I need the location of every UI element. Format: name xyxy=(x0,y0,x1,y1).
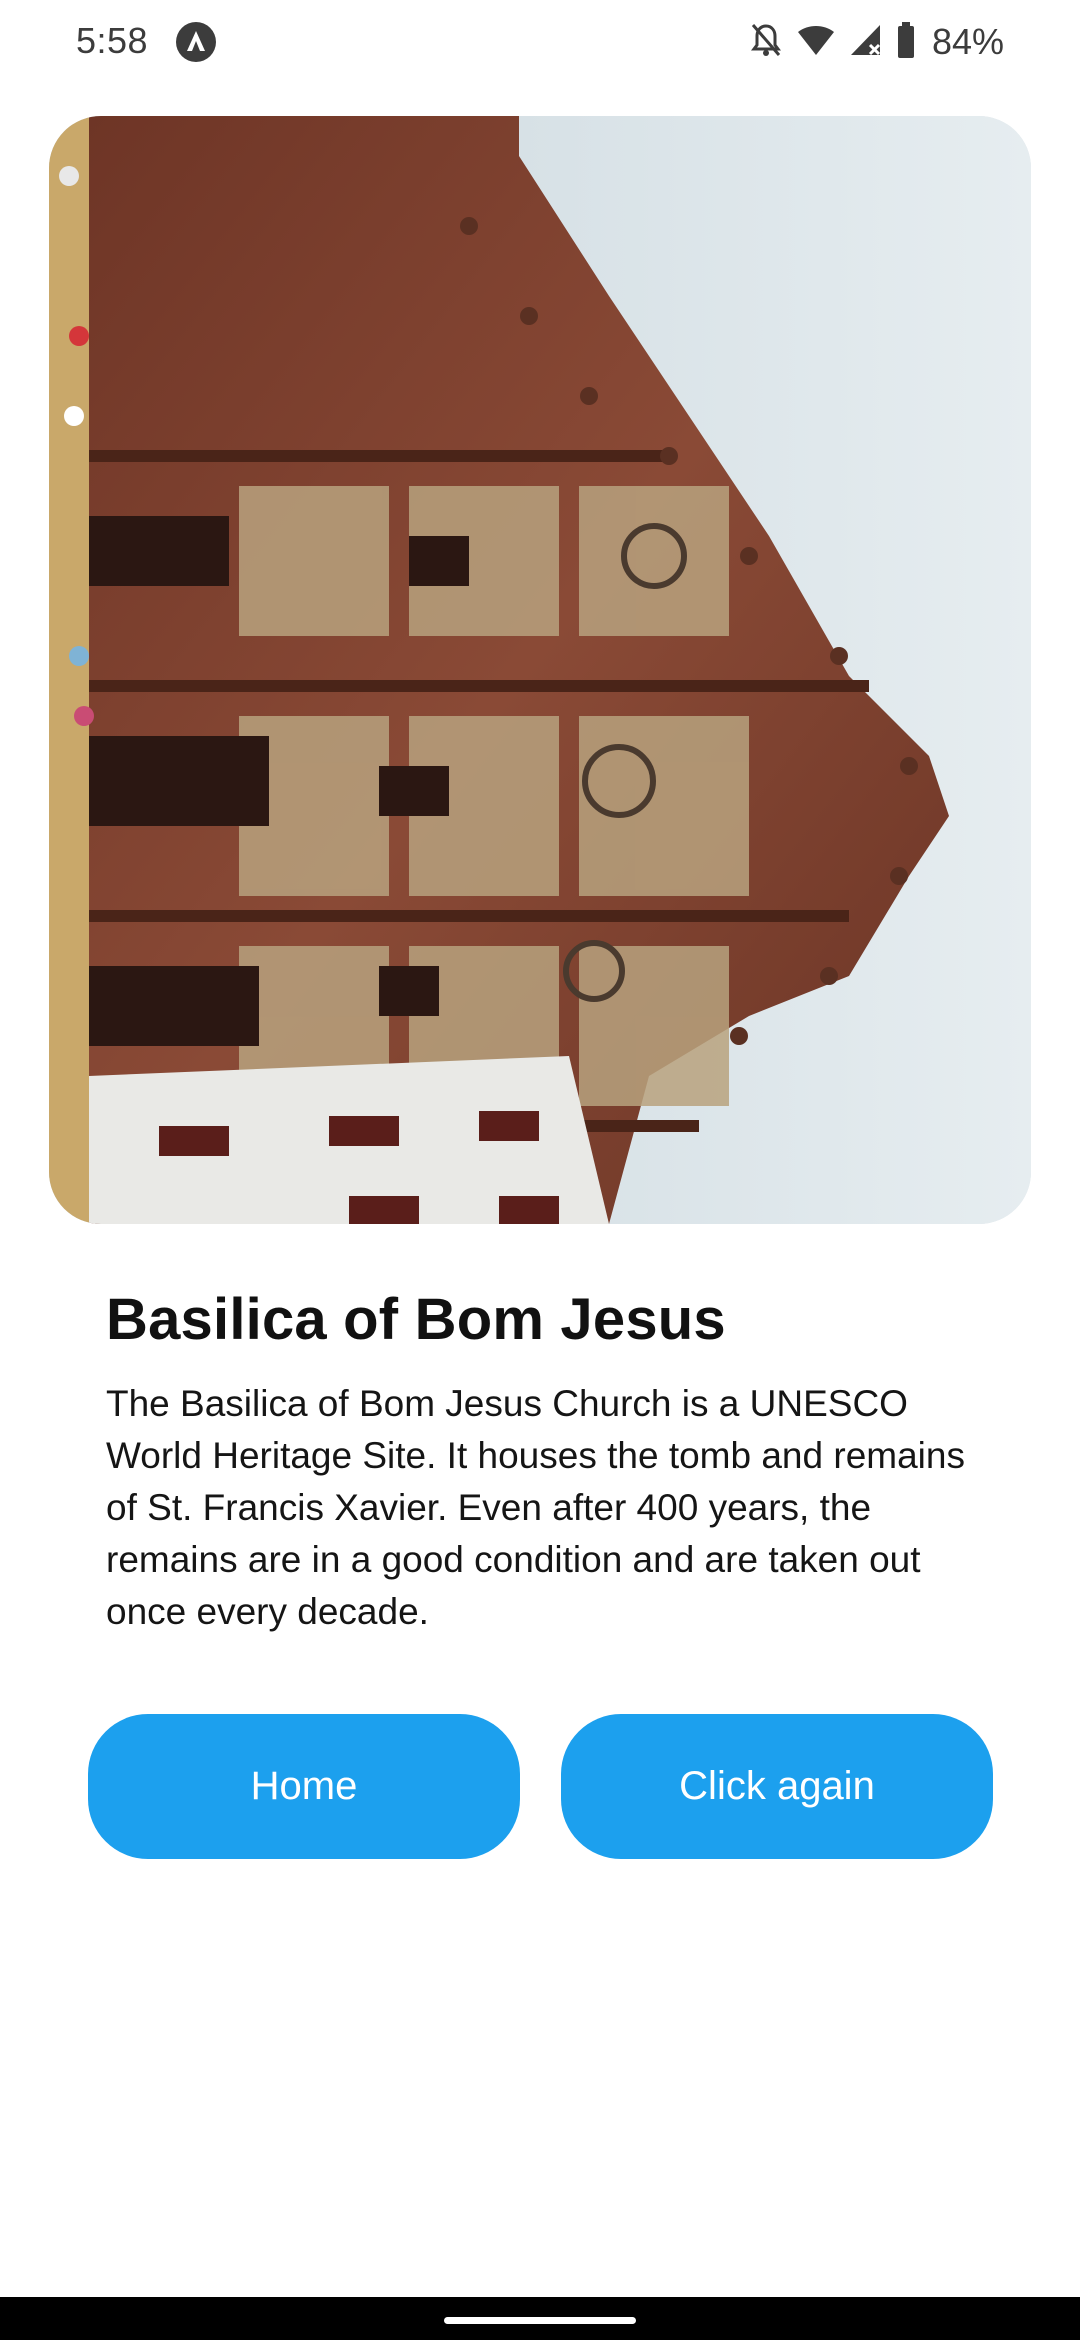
click-again-button[interactable]: Click again xyxy=(561,1714,993,1859)
status-icons: 84% xyxy=(748,18,1004,66)
battery-icon xyxy=(896,21,916,64)
app-notification-icon xyxy=(176,22,216,62)
screen: 5:58 84% Basilica of Bom Jesus The Basil… xyxy=(0,0,1080,2340)
home-button[interactable]: Home xyxy=(88,1714,520,1859)
navigation-bar xyxy=(0,2297,1080,2340)
description-text: The Basilica of Bom Jesus Church is a UN… xyxy=(106,1383,965,1632)
cellular-signal-icon xyxy=(848,22,884,63)
home-gesture-handle[interactable] xyxy=(444,2317,636,2324)
bell-off-icon xyxy=(748,20,784,65)
battery-percent: 84% xyxy=(931,21,1004,62)
basilica-photo xyxy=(49,116,1031,1224)
page-title: Basilica of Bom Jesus xyxy=(106,1287,726,1352)
wifi-icon xyxy=(796,22,836,63)
status-time: 5:58 xyxy=(76,20,149,61)
status-bar: 5:58 84% xyxy=(0,0,1080,84)
